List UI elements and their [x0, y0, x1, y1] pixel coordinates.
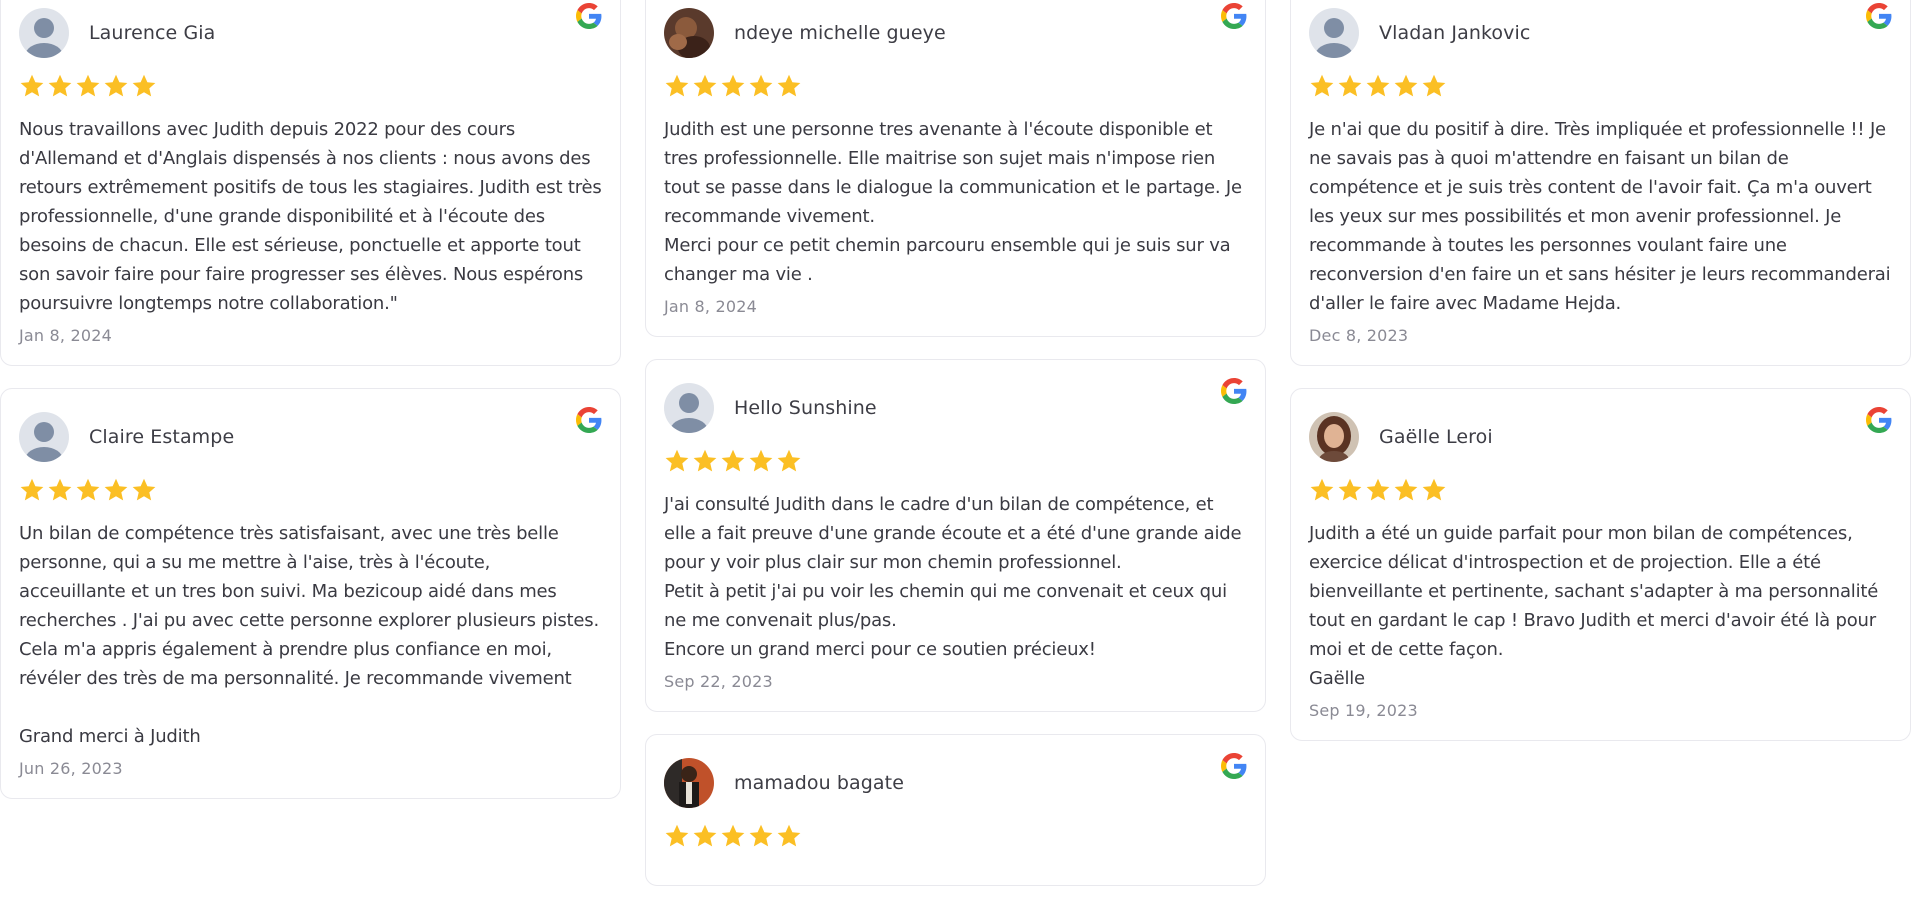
review-card: Vladan Jankovic Je n'ai que du positif à…	[1290, 0, 1911, 366]
avatar-photo	[664, 758, 714, 808]
review-header: ndeye michelle gueye	[664, 8, 1247, 58]
star-rating	[1309, 477, 1892, 505]
review-card: mamadou bagate	[645, 734, 1266, 886]
star-icon	[721, 74, 745, 97]
star-icon	[1422, 74, 1446, 97]
review-author[interactable]: ndeye michelle gueye	[734, 22, 946, 44]
star-icon	[693, 449, 717, 472]
review-card: ndeye michelle gueye Judith est une pers…	[645, 0, 1266, 337]
star-icon	[665, 74, 689, 97]
review-header: Claire Estampe	[19, 412, 602, 462]
star-icon	[777, 824, 801, 847]
review-header: Vladan Jankovic	[1309, 8, 1892, 58]
review-author[interactable]: Hello Sunshine	[734, 397, 877, 419]
star-icon	[749, 824, 773, 847]
star-icon	[48, 478, 72, 501]
star-rating	[664, 448, 1247, 476]
star-rating	[19, 477, 602, 505]
star-icon	[132, 74, 156, 97]
star-icon	[777, 449, 801, 472]
google-icon	[1221, 753, 1247, 779]
star-rating	[664, 823, 1247, 851]
star-icon	[1310, 478, 1334, 501]
review-author[interactable]: Laurence Gia	[89, 22, 215, 44]
star-rating	[19, 73, 602, 101]
review-card: Claire Estampe Un bilan de compétence tr…	[0, 388, 621, 799]
star-icon	[76, 478, 100, 501]
google-icon	[576, 3, 602, 29]
review-card: Laurence Gia Nous travaillons avec Judit…	[0, 0, 621, 366]
star-icon	[1338, 478, 1362, 501]
review-author[interactable]: Vladan Jankovic	[1379, 22, 1530, 44]
star-icon	[693, 824, 717, 847]
reviews-column-3: Vladan Jankovic Je n'ai que du positif à…	[1290, 0, 1911, 763]
star-icon	[1422, 478, 1446, 501]
reviews-column-2: ndeye michelle gueye Judith est une pers…	[645, 0, 1266, 908]
star-icon	[749, 449, 773, 472]
star-rating	[1309, 73, 1892, 101]
review-header: Gaëlle Leroi	[1309, 412, 1892, 462]
star-rating	[664, 73, 1247, 101]
star-icon	[20, 478, 44, 501]
review-date: Jan 8, 2024	[664, 297, 758, 316]
star-icon	[104, 74, 128, 97]
star-icon	[132, 478, 156, 501]
avatar-placeholder	[19, 412, 69, 462]
review-date: Sep 19, 2023	[1309, 701, 1418, 720]
star-icon	[76, 74, 100, 97]
review-author[interactable]: mamadou bagate	[734, 772, 904, 794]
star-icon	[665, 824, 689, 847]
star-icon	[104, 478, 128, 501]
review-author[interactable]: Gaëlle Leroi	[1379, 426, 1493, 448]
star-icon	[20, 74, 44, 97]
review-author[interactable]: Claire Estampe	[89, 426, 234, 448]
review-card: Gaëlle Leroi Judith a été un guide parfa…	[1290, 388, 1911, 741]
google-icon	[1866, 407, 1892, 433]
review-date: Dec 8, 2023	[1309, 326, 1409, 345]
review-text: J'ai consulté Judith dans le cadre d'un …	[664, 494, 1242, 660]
review-card: Hello Sunshine J'ai consulté Judith dans…	[645, 359, 1266, 712]
avatar-placeholder	[19, 8, 69, 58]
star-icon	[721, 824, 745, 847]
google-icon	[1866, 3, 1892, 29]
avatar-photo	[1309, 412, 1359, 462]
star-icon	[1366, 74, 1390, 97]
review-date: Jun 26, 2023	[19, 759, 123, 778]
review-date: Jan 8, 2024	[19, 326, 113, 345]
star-icon	[749, 74, 773, 97]
star-icon	[1394, 478, 1418, 501]
review-text: Nous travaillons avec Judith depuis 2022…	[19, 119, 602, 314]
review-text: Un bilan de compétence très satisfaisant…	[19, 523, 599, 747]
avatar-placeholder	[664, 383, 714, 433]
star-icon	[777, 74, 801, 97]
review-text: Je n'ai que du positif à dire. Très impl…	[1309, 119, 1891, 314]
star-icon	[48, 74, 72, 97]
google-icon	[1221, 3, 1247, 29]
review-header: mamadou bagate	[664, 758, 1247, 808]
star-icon	[1366, 478, 1390, 501]
star-icon	[721, 449, 745, 472]
reviews-column-1: Laurence Gia Nous travaillons avec Judit…	[0, 0, 621, 821]
star-icon	[1338, 74, 1362, 97]
review-date: Sep 22, 2023	[664, 672, 773, 691]
google-icon	[1221, 378, 1247, 404]
star-icon	[1310, 74, 1334, 97]
review-header: Hello Sunshine	[664, 383, 1247, 433]
star-icon	[665, 449, 689, 472]
avatar-placeholder	[1309, 8, 1359, 58]
star-icon	[1394, 74, 1418, 97]
avatar-photo	[664, 8, 714, 58]
review-text: Judith a été un guide parfait pour mon b…	[1309, 523, 1879, 689]
review-header: Laurence Gia	[19, 8, 602, 58]
review-text: Judith est une personne tres avenante à …	[664, 119, 1242, 285]
star-icon	[693, 74, 717, 97]
google-icon	[576, 407, 602, 433]
